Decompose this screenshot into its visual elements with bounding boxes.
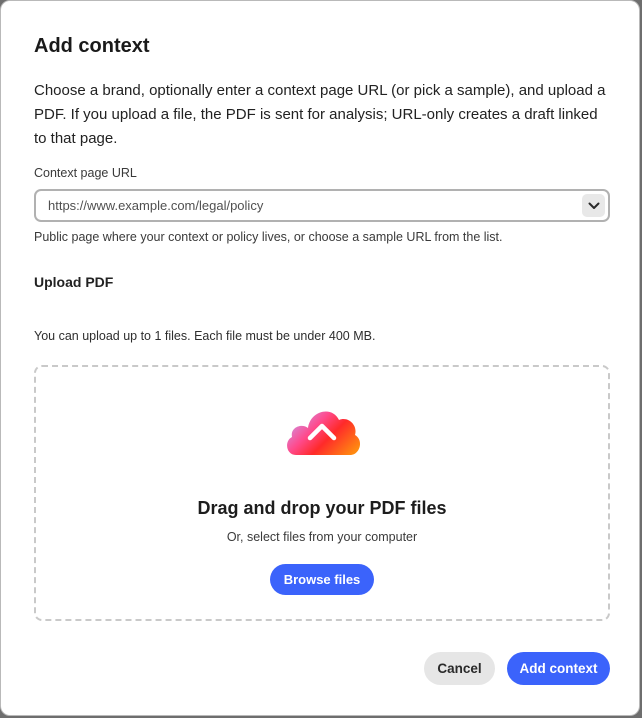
context-url-combobox bbox=[34, 189, 610, 222]
context-url-help-text: Public page where your context or policy… bbox=[34, 230, 503, 244]
upload-section-title: Upload PDF bbox=[34, 274, 114, 290]
add-context-button[interactable]: Add context bbox=[507, 652, 610, 685]
context-url-label: Context page URL bbox=[34, 166, 137, 180]
dialog-title: Add context bbox=[34, 35, 150, 57]
chevron-down-icon bbox=[588, 197, 600, 215]
context-url-input[interactable] bbox=[48, 191, 568, 220]
cancel-button[interactable]: Cancel bbox=[424, 652, 495, 685]
dropzone-subtitle: Or, select files from your computer bbox=[226, 530, 418, 544]
cloud-upload-icon bbox=[282, 403, 362, 480]
add-context-dialog: Add context Choose a brand, optionally e… bbox=[0, 0, 640, 716]
browse-files-button[interactable]: Browse files bbox=[270, 564, 374, 595]
dialog-description: Choose a brand, optionally enter a conte… bbox=[34, 82, 606, 147]
dropzone-title: Drag and drop your PDF files bbox=[197, 498, 447, 518]
context-url-dropdown-button[interactable] bbox=[582, 194, 605, 217]
upload-limit-text: You can upload up to 1 files. Each file … bbox=[34, 329, 376, 343]
pdf-dropzone[interactable]: Drag and drop your PDF files Or, select … bbox=[34, 365, 610, 621]
